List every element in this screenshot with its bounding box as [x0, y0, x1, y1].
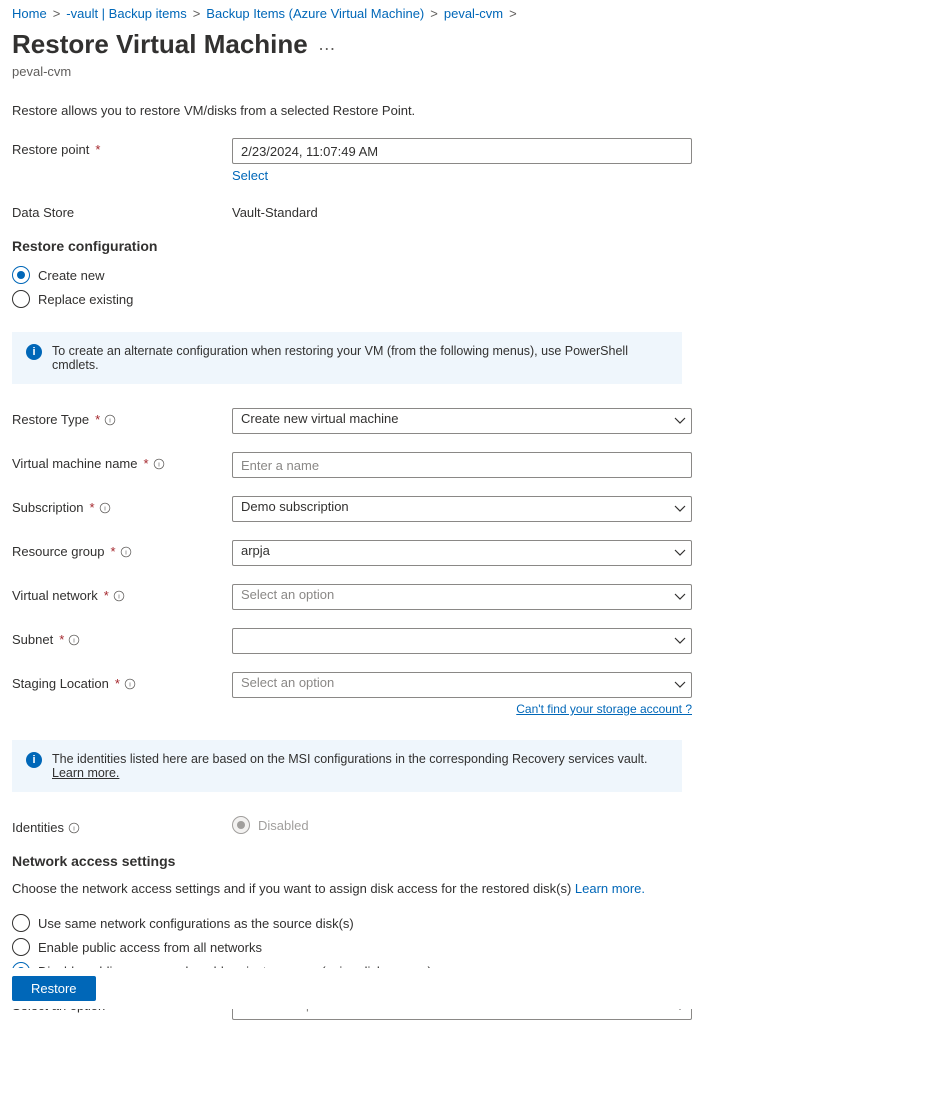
info-icon: i	[26, 752, 42, 768]
more-icon[interactable]: …	[318, 34, 336, 55]
radio-same-network[interactable]: Use same network configurations as the s…	[12, 914, 913, 932]
breadcrumb-vault[interactable]: -vault | Backup items	[66, 6, 186, 21]
restore-type-value: Create new virtual machine	[241, 411, 399, 426]
info-icon[interactable]: i	[104, 414, 116, 426]
data-store-value: Vault-Standard	[232, 201, 692, 220]
resource-group-value: arpja	[241, 543, 270, 558]
required-star: *	[115, 676, 120, 691]
info-icon[interactable]: i	[68, 822, 80, 834]
staging-location-placeholder: Select an option	[241, 675, 334, 690]
required-star: *	[59, 632, 64, 647]
resource-group-label: Resource group	[12, 544, 105, 559]
info-icon[interactable]: i	[124, 678, 136, 690]
info-box-identities: i The identities listed here are based o…	[12, 740, 682, 792]
subscription-value: Demo subscription	[241, 499, 349, 514]
vnet-label: Virtual network	[12, 588, 98, 603]
subnet-select[interactable]	[232, 628, 692, 654]
required-star: *	[90, 500, 95, 515]
select-restore-point-link[interactable]: Select	[232, 168, 268, 183]
info-box-powershell: i To create an alternate configuration w…	[12, 332, 682, 384]
identities-learn-more-link[interactable]: Learn more.	[52, 766, 119, 780]
restore-type-label: Restore Type	[12, 412, 89, 427]
required-star: *	[144, 456, 149, 471]
svg-text:i: i	[158, 461, 160, 468]
svg-text:i: i	[104, 505, 106, 512]
info-icon: i	[26, 344, 42, 360]
network-settings-desc: Choose the network access settings and i…	[12, 881, 571, 896]
resource-group-select[interactable]: arpja	[232, 540, 692, 566]
staging-location-label: Staging Location	[12, 676, 109, 691]
svg-text:i: i	[118, 593, 120, 600]
chevron-right-icon: >	[430, 6, 438, 21]
info-box-identities-text: The identities listed here are based on …	[52, 752, 647, 766]
required-star: *	[111, 544, 116, 559]
svg-text:i: i	[129, 681, 131, 688]
vm-name-input[interactable]	[232, 452, 692, 478]
identities-label: Identities	[12, 820, 64, 835]
network-learn-more-link[interactable]: Learn more.	[575, 881, 645, 896]
required-star: *	[104, 588, 109, 603]
page-description: Restore allows you to restore VM/disks f…	[12, 103, 913, 118]
vm-name-label: Virtual machine name	[12, 456, 138, 471]
radio-create-new-label: Create new	[38, 268, 104, 283]
restore-point-label: Restore point	[12, 142, 89, 157]
subnet-label: Subnet	[12, 632, 53, 647]
subscription-label: Subscription	[12, 500, 84, 515]
restore-type-select[interactable]: Create new virtual machine	[232, 408, 692, 434]
chevron-right-icon: >	[509, 6, 517, 21]
subscription-select[interactable]: Demo subscription	[232, 496, 692, 522]
restore-point-input[interactable]	[232, 138, 692, 164]
restore-configuration-heading: Restore configuration	[12, 238, 913, 254]
identities-disabled-label: Disabled	[258, 818, 309, 833]
staging-location-select[interactable]: Select an option	[232, 672, 692, 698]
radio-same-network-label: Use same network configurations as the s…	[38, 916, 354, 931]
info-icon[interactable]: i	[153, 458, 165, 470]
breadcrumb-home[interactable]: Home	[12, 6, 47, 21]
chevron-right-icon: >	[53, 6, 61, 21]
storage-account-link[interactable]: Can't find your storage account ?	[232, 702, 692, 716]
radio-public-access[interactable]: Enable public access from all networks	[12, 938, 913, 956]
svg-text:i: i	[74, 637, 76, 644]
breadcrumb-backup-items[interactable]: Backup Items (Azure Virtual Machine)	[206, 6, 424, 21]
vnet-placeholder: Select an option	[241, 587, 334, 602]
page-subtitle: peval-cvm	[12, 64, 913, 79]
chevron-right-icon: >	[193, 6, 201, 21]
radio-icon	[12, 266, 30, 284]
info-icon[interactable]: i	[99, 502, 111, 514]
radio-replace-existing[interactable]: Replace existing	[12, 290, 913, 308]
network-settings-heading: Network access settings	[12, 853, 913, 869]
required-star: *	[95, 412, 100, 427]
radio-icon	[12, 914, 30, 932]
svg-text:i: i	[73, 825, 75, 832]
radio-replace-existing-label: Replace existing	[38, 292, 133, 307]
required-star: *	[95, 142, 100, 157]
svg-text:i: i	[125, 549, 127, 556]
radio-public-access-label: Enable public access from all networks	[38, 940, 262, 955]
breadcrumb: Home > -vault | Backup items > Backup It…	[12, 6, 913, 21]
info-icon[interactable]: i	[113, 590, 125, 602]
restore-button[interactable]: Restore	[12, 976, 96, 1001]
footer-bar: Restore	[0, 968, 949, 1009]
svg-text:i: i	[109, 417, 111, 424]
breadcrumb-peval-cvm[interactable]: peval-cvm	[444, 6, 503, 21]
radio-icon	[12, 938, 30, 956]
radio-icon	[12, 290, 30, 308]
radio-icon	[232, 816, 250, 834]
info-box-text: To create an alternate configuration whe…	[52, 344, 668, 372]
info-icon[interactable]: i	[120, 546, 132, 558]
page-title: Restore Virtual Machine	[12, 29, 308, 60]
data-store-label: Data Store	[12, 205, 74, 220]
radio-create-new[interactable]: Create new	[12, 266, 913, 284]
info-icon[interactable]: i	[68, 634, 80, 646]
vnet-select[interactable]: Select an option	[232, 584, 692, 610]
